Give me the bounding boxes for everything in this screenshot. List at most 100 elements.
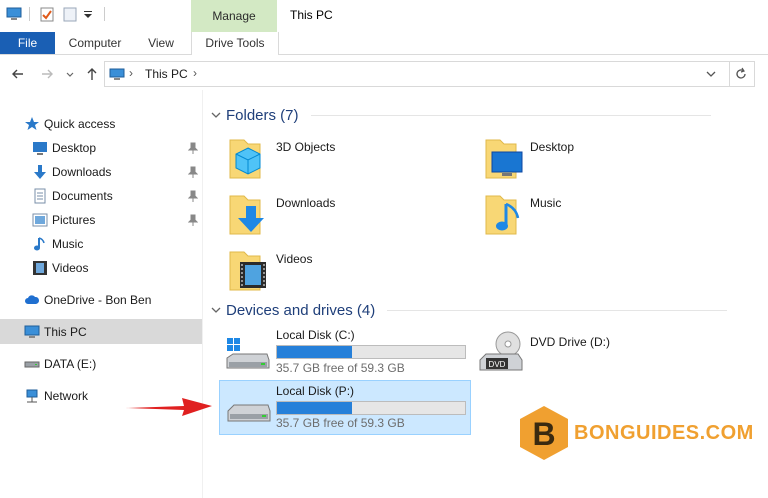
- drive-usage-bar: [276, 401, 466, 415]
- videos-folder-icon: [229, 251, 266, 291]
- breadcrumb-separator-icon[interactable]: ›: [129, 66, 133, 80]
- drive-usage-fill: [277, 346, 353, 358]
- drive-tile-c[interactable]: Local Disk (C:) 35.7 GB free of 59.3 GB: [219, 324, 469, 376]
- sidebar-item-onedrive[interactable]: OneDrive - Bon Ben: [0, 288, 202, 312]
- folder-tile-3d-objects[interactable]: 3D Objects: [226, 134, 466, 184]
- network-icon: [26, 389, 38, 403]
- toolbar-divider: [29, 7, 30, 21]
- cloud-icon: [25, 295, 40, 304]
- music-folder-icon: [485, 195, 520, 235]
- pin-icon[interactable]: [188, 214, 198, 226]
- sidebar-item-desktop[interactable]: Desktop: [0, 136, 202, 160]
- downloads-folder-icon: [229, 195, 264, 235]
- computer-icon: [109, 68, 125, 80]
- tab-view[interactable]: View: [141, 32, 181, 54]
- sidebar-item-label: Pictures: [52, 213, 96, 227]
- refresh-icon: [736, 67, 746, 79]
- sidebar-item-label: Videos: [52, 261, 89, 275]
- sidebar-item-quick-access[interactable]: Quick access: [0, 112, 202, 136]
- dvd-drive-icon: DVD: [479, 331, 523, 371]
- chevron-down-icon[interactable]: [210, 304, 222, 316]
- drive-tile-dvd-d[interactable]: DVD DVD Drive (D:): [476, 328, 726, 376]
- folder-label: 3D Objects: [276, 140, 336, 154]
- group-title: Folders (7): [226, 106, 299, 124]
- red-arrow-icon: [126, 398, 212, 416]
- drive-tile-p-selected[interactable]: Local Disk (P:) 35.7 GB free of 59.3 GB: [219, 380, 471, 435]
- sidebar-item-videos[interactable]: Videos: [0, 256, 202, 280]
- sidebar-item-label: Music: [52, 237, 84, 251]
- sidebar-item-downloads[interactable]: Downloads: [0, 160, 202, 184]
- address-bar[interactable]: › This PC ›: [104, 61, 730, 87]
- folder-tile-downloads[interactable]: Downloads: [226, 190, 466, 240]
- folder-tile-videos[interactable]: Videos: [226, 246, 466, 296]
- drive-usage-fill: [277, 402, 353, 414]
- drive-free-space: 35.7 GB free of 59.3 GB: [276, 361, 405, 375]
- drive-icon: [24, 361, 40, 368]
- pin-icon[interactable]: [188, 142, 198, 154]
- drive-free-space: 35.7 GB free of 59.3 GB: [276, 416, 405, 430]
- group-title: Devices and drives (4): [226, 301, 376, 319]
- sidebar-item-label: Downloads: [52, 165, 112, 179]
- drive-usage-bar: [276, 345, 466, 359]
- windows-drive-icon: [226, 338, 270, 369]
- navigation-pane: Quick access Desktop Downloads Documents…: [0, 100, 202, 498]
- group-divider-line: [310, 114, 711, 116]
- pin-icon[interactable]: [188, 190, 198, 202]
- computer-icon[interactable]: [6, 6, 22, 22]
- desktop-folder-icon: [485, 139, 523, 179]
- svg-text:DVD: DVD: [489, 360, 506, 369]
- forward-arrow-icon[interactable]: [39, 66, 55, 82]
- back-arrow-icon[interactable]: [10, 66, 26, 82]
- sidebar-item-label: DATA (E:): [44, 357, 97, 371]
- customize-toolbar-icon[interactable]: [82, 6, 94, 22]
- sidebar-item-this-pc[interactable]: This PC: [0, 319, 202, 344]
- desktop-icon: [33, 142, 47, 155]
- bonguides-logo-icon: B: [520, 406, 568, 460]
- properties-icon[interactable]: [39, 6, 55, 22]
- folders-group-header[interactable]: Folders (7): [210, 105, 730, 125]
- sidebar-item-documents[interactable]: Documents: [0, 184, 202, 208]
- folder-label: Videos: [276, 252, 313, 266]
- tab-computer[interactable]: Computer: [64, 32, 126, 54]
- pictures-icon: [32, 213, 48, 227]
- toolbar-divider: [104, 7, 105, 21]
- sidebar-item-label: This PC: [44, 324, 87, 339]
- film-icon: [33, 261, 47, 275]
- breadcrumb-separator-icon[interactable]: ›: [193, 66, 197, 80]
- tab-drive-tools[interactable]: Drive Tools: [191, 32, 279, 55]
- devices-group-header[interactable]: Devices and drives (4): [210, 300, 730, 320]
- sidebar-item-pictures[interactable]: Pictures: [0, 208, 202, 232]
- recent-locations-chevron-icon[interactable]: [64, 66, 76, 82]
- refresh-button[interactable]: [728, 61, 755, 87]
- manage-context-group[interactable]: Manage: [191, 0, 277, 32]
- sidebar-item-label: OneDrive - Bon Ben: [44, 293, 152, 307]
- pane-divider[interactable]: [202, 90, 203, 498]
- drive-icon: [227, 404, 271, 422]
- address-dropdown-chevron-icon[interactable]: [705, 68, 717, 80]
- pin-icon[interactable]: [188, 166, 198, 178]
- sidebar-item-music[interactable]: Music: [0, 232, 202, 256]
- sidebar-item-label: Desktop: [52, 141, 97, 155]
- tab-file[interactable]: File: [0, 32, 55, 54]
- drive-name: Local Disk (P:): [276, 384, 355, 398]
- new-folder-icon[interactable]: [62, 6, 78, 22]
- music-note-icon: [34, 237, 45, 251]
- folder-tile-music[interactable]: Music: [482, 190, 722, 240]
- ribbon-tabs: File Computer View Drive Tools: [0, 32, 768, 55]
- 3d-objects-folder-icon: [229, 139, 261, 179]
- sidebar-item-data-e[interactable]: DATA (E:): [0, 352, 202, 376]
- up-arrow-icon[interactable]: [84, 66, 100, 82]
- breadcrumb-this-pc[interactable]: This PC: [145, 67, 188, 81]
- sidebar-item-label: Quick access: [44, 117, 116, 131]
- title-bar: [0, 0, 768, 32]
- window-title: This PC: [290, 8, 333, 22]
- folder-label: Downloads: [276, 196, 336, 210]
- chevron-down-icon[interactable]: [210, 109, 222, 121]
- star-icon: [25, 117, 39, 130]
- logo-letter: B: [532, 416, 555, 452]
- computer-icon: [24, 325, 40, 338]
- drive-name: DVD Drive (D:): [530, 335, 610, 349]
- folder-tile-desktop[interactable]: Desktop: [482, 134, 722, 184]
- drive-name: Local Disk (C:): [276, 328, 355, 342]
- sidebar-item-label: Documents: [52, 189, 113, 203]
